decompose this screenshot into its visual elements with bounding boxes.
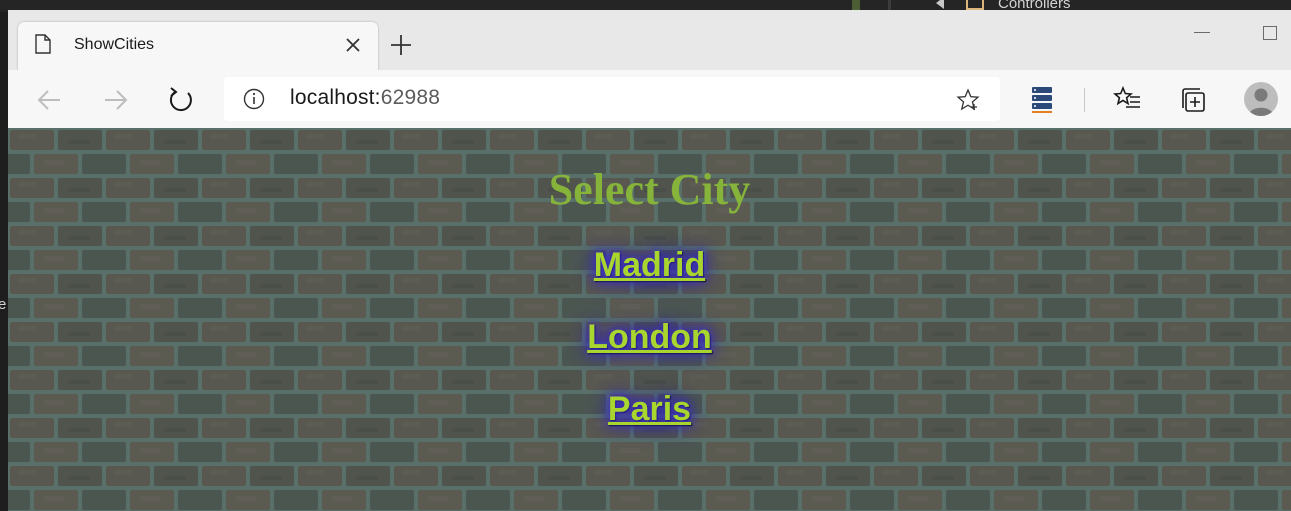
profile-avatar[interactable]	[1244, 82, 1278, 116]
forward-icon[interactable]	[99, 84, 131, 116]
ide-editor-char: e	[0, 296, 7, 313]
tab-bar: ShowCities	[8, 10, 1291, 70]
user-icon	[1248, 88, 1274, 116]
refresh-icon[interactable]	[165, 84, 197, 116]
toolbar-separator	[1084, 88, 1085, 112]
info-icon[interactable]	[243, 88, 265, 110]
collections-icon[interactable]	[1178, 84, 1210, 116]
minimize-icon[interactable]	[1194, 32, 1210, 33]
address-bar[interactable]: localhost:62988	[224, 77, 1000, 121]
folder-icon	[966, 0, 984, 10]
collapse-arrow-icon[interactable]	[936, 0, 944, 9]
close-icon[interactable]	[342, 34, 364, 56]
url-port: 62988	[380, 86, 441, 109]
url-host: localhost:	[290, 86, 381, 109]
tab-title: ShowCities	[74, 36, 155, 53]
city-link-paris[interactable]: Paris	[8, 390, 1291, 429]
extension-server-icon[interactable]	[1026, 83, 1058, 115]
page-viewport: Select City Madrid London Paris	[8, 128, 1291, 511]
city-link-london[interactable]: London	[8, 318, 1291, 357]
favorites-icon[interactable]	[1112, 84, 1144, 116]
page-title: Select City	[548, 165, 751, 214]
page-icon	[35, 34, 51, 54]
url-text: localhost:62988	[290, 86, 440, 110]
browser-toolbar: localhost:62988	[8, 70, 1291, 128]
browser-window: ShowCities localhost:62988 Select City M…	[8, 10, 1291, 511]
new-tab-icon[interactable]	[388, 32, 414, 58]
background-ide-edge: e	[0, 12, 8, 511]
back-icon[interactable]	[34, 84, 66, 116]
favorite-star-icon[interactable]	[956, 88, 980, 112]
maximize-icon[interactable]	[1263, 26, 1277, 40]
tab-showcities[interactable]: ShowCities	[18, 22, 378, 70]
page-content: Select City Madrid London Paris	[8, 128, 1291, 511]
city-link-madrid[interactable]: Madrid	[8, 246, 1291, 285]
